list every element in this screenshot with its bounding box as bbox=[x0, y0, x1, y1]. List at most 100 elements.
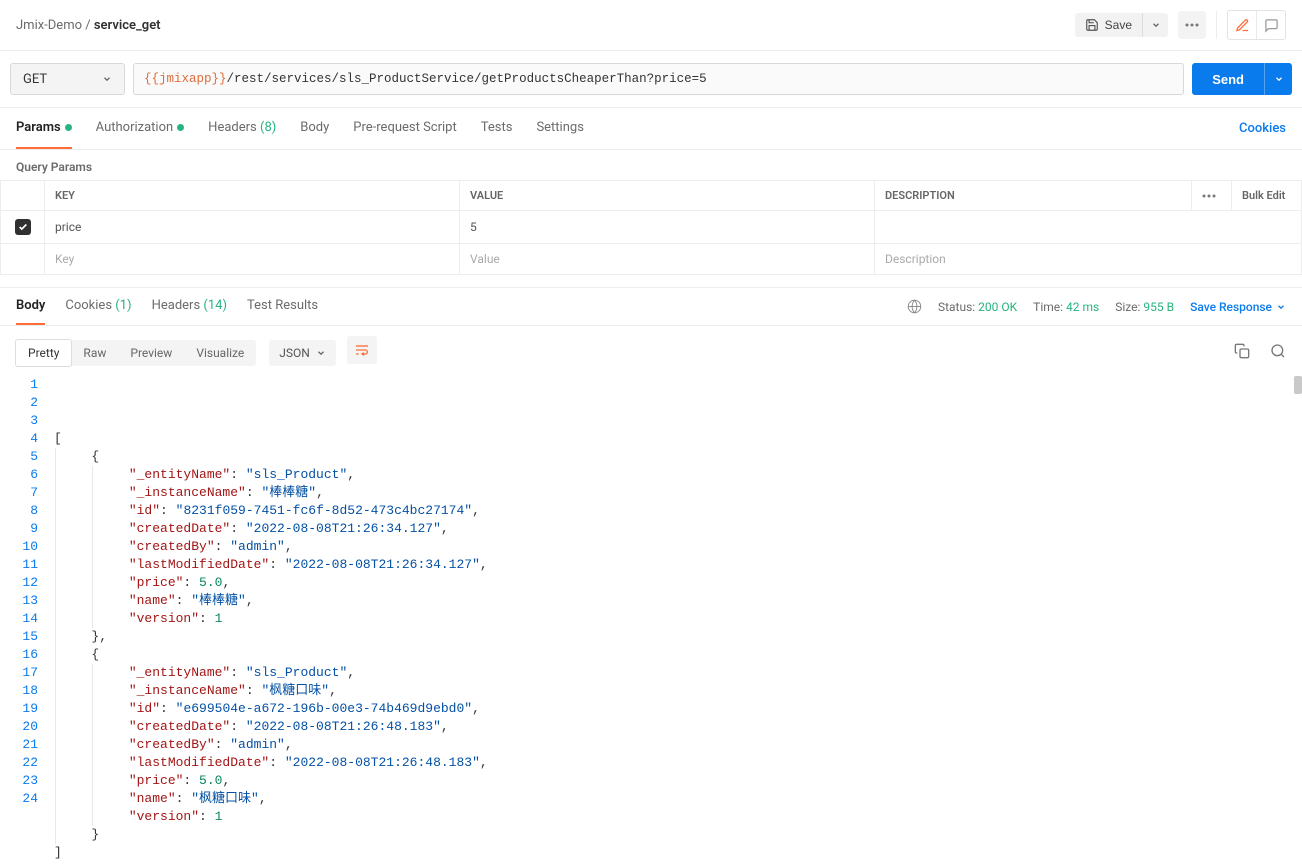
code-body: [ { "_entityName": "sls_Product", "_inst… bbox=[54, 376, 1302, 862]
table-row: price5 bbox=[1, 211, 1302, 244]
response-body-code[interactable]: 123456789101112131415161718192021222324 … bbox=[0, 376, 1302, 866]
resp-tab-cookies-label: Cookies bbox=[65, 298, 112, 313]
time-value: 42 ms bbox=[1066, 300, 1099, 314]
format-select[interactable]: JSON bbox=[269, 340, 336, 366]
url-variable: {{jmixapp}} bbox=[144, 72, 227, 86]
breadcrumb-current: service_get bbox=[94, 18, 161, 33]
resp-tab-headers-count: (14) bbox=[203, 298, 227, 313]
time-label: Time: bbox=[1033, 300, 1063, 314]
viewmode-preview[interactable]: Preview bbox=[118, 340, 184, 366]
query-params-label: Query Params bbox=[0, 150, 1302, 180]
response-header: Body Cookies (1) Headers (14) Test Resul… bbox=[0, 287, 1302, 326]
size-label: Size: bbox=[1115, 300, 1140, 314]
status-dot bbox=[177, 124, 184, 131]
save-response-label: Save Response bbox=[1190, 300, 1272, 314]
col-checkbox bbox=[1, 181, 45, 211]
request-bar: GET {{jmixapp}}/rest/services/sls_Produc… bbox=[0, 51, 1302, 108]
row-description[interactable]: Description bbox=[875, 244, 1302, 275]
tab-headers-count: (8) bbox=[260, 120, 276, 135]
col-key: KEY bbox=[45, 181, 460, 211]
status-value: 200 OK bbox=[978, 300, 1017, 314]
wrap-lines-button[interactable] bbox=[347, 336, 377, 364]
tab-params-label: Params bbox=[16, 120, 61, 135]
tab-prerequest[interactable]: Pre-request Script bbox=[353, 108, 456, 149]
search-button[interactable] bbox=[1270, 343, 1286, 359]
row-checkbox[interactable] bbox=[1, 211, 45, 244]
copy-button[interactable] bbox=[1234, 343, 1250, 359]
format-value: JSON bbox=[279, 346, 310, 360]
tab-auth-label: Authorization bbox=[96, 120, 174, 135]
tab-settings[interactable]: Settings bbox=[536, 108, 583, 149]
viewmode-raw[interactable]: Raw bbox=[71, 340, 118, 366]
query-params-table: KEY VALUE DESCRIPTION Bulk Edit price5Ke… bbox=[0, 180, 1302, 275]
tab-headers[interactable]: Headers (8) bbox=[208, 108, 276, 149]
row-value[interactable]: Value bbox=[460, 244, 875, 275]
cookies-link[interactable]: Cookies bbox=[1239, 121, 1286, 136]
row-description[interactable] bbox=[875, 211, 1302, 244]
breadcrumb-sep: / bbox=[85, 18, 90, 33]
bulk-edit-button[interactable]: Bulk Edit bbox=[1232, 181, 1302, 211]
col-description: DESCRIPTION bbox=[875, 181, 1192, 211]
view-modes: Pretty Raw Preview Visualize bbox=[16, 340, 256, 366]
viewmode-visualize[interactable]: Visualize bbox=[184, 340, 256, 366]
line-gutter: 123456789101112131415161718192021222324 bbox=[0, 376, 54, 862]
tab-headers-label: Headers bbox=[208, 120, 257, 135]
response-tabs: Body Cookies (1) Headers (14) Test Resul… bbox=[16, 288, 318, 325]
resp-tab-cookies[interactable]: Cookies (1) bbox=[65, 288, 131, 325]
row-value[interactable]: 5 bbox=[460, 211, 875, 244]
chevron-down-icon bbox=[102, 74, 112, 84]
col-value: VALUE bbox=[460, 181, 875, 211]
resp-tab-headers-label: Headers bbox=[152, 298, 201, 313]
request-tabbar: Params Authorization Headers (8) Body Pr… bbox=[0, 108, 1302, 150]
save-button-group: Save bbox=[1075, 13, 1168, 37]
status-label: Status: bbox=[938, 300, 975, 314]
row-checkbox[interactable] bbox=[1, 244, 45, 275]
table-header-row: KEY VALUE DESCRIPTION Bulk Edit bbox=[1, 181, 1302, 211]
breadcrumb: Jmix-Demo / service_get bbox=[16, 18, 161, 33]
http-method-value: GET bbox=[23, 72, 47, 87]
tab-tests[interactable]: Tests bbox=[481, 108, 513, 149]
top-actions: Save bbox=[1075, 10, 1286, 40]
edit-icon bbox=[1235, 18, 1250, 33]
send-dropdown[interactable] bbox=[1264, 63, 1292, 95]
tab-params[interactable]: Params bbox=[16, 108, 72, 149]
save-dropdown[interactable] bbox=[1142, 13, 1168, 37]
resp-tab-headers[interactable]: Headers (14) bbox=[152, 288, 227, 325]
resp-tab-body[interactable]: Body bbox=[16, 288, 45, 325]
right-pair-buttons bbox=[1227, 10, 1286, 40]
more-actions-button[interactable] bbox=[1178, 11, 1206, 39]
save-response-button[interactable]: Save Response bbox=[1190, 300, 1286, 314]
row-key[interactable]: Key bbox=[45, 244, 460, 275]
save-label: Save bbox=[1105, 18, 1132, 32]
resp-tab-tests[interactable]: Test Results bbox=[247, 288, 318, 325]
time-block: Time: 42 ms bbox=[1033, 300, 1099, 314]
resp-tab-cookies-count: (1) bbox=[115, 298, 131, 313]
tab-authorization[interactable]: Authorization bbox=[96, 108, 185, 149]
topbar: Jmix-Demo / service_get Save bbox=[0, 0, 1302, 51]
col-options[interactable] bbox=[1192, 181, 1232, 211]
comment-icon bbox=[1264, 18, 1279, 33]
globe-icon[interactable] bbox=[907, 299, 922, 314]
row-key[interactable]: price bbox=[45, 211, 460, 244]
scrollbar-indicator[interactable] bbox=[1294, 376, 1302, 394]
view-toolbar-right bbox=[1234, 343, 1286, 359]
edit-button[interactable] bbox=[1228, 11, 1256, 39]
http-method-select[interactable]: GET bbox=[10, 63, 125, 95]
viewmode-pretty[interactable]: Pretty bbox=[15, 339, 72, 367]
tab-body[interactable]: Body bbox=[300, 108, 329, 149]
send-button-group: Send bbox=[1192, 63, 1292, 95]
send-button[interactable]: Send bbox=[1192, 63, 1264, 95]
save-button[interactable]: Save bbox=[1075, 13, 1142, 37]
divider bbox=[1216, 11, 1217, 39]
size-value: 955 B bbox=[1143, 300, 1174, 314]
view-toolbar: Pretty Raw Preview Visualize JSON bbox=[0, 326, 1302, 376]
status-dot bbox=[65, 124, 72, 131]
size-block: Size: 955 B bbox=[1115, 300, 1174, 314]
save-icon bbox=[1085, 18, 1099, 32]
comment-button[interactable] bbox=[1257, 11, 1285, 39]
response-meta: Status: 200 OK Time: 42 ms Size: 955 B S… bbox=[907, 299, 1286, 314]
breadcrumb-root[interactable]: Jmix-Demo bbox=[16, 18, 82, 33]
url-path: /rest/services/sls_ProductService/getPro… bbox=[227, 72, 707, 86]
status-block: Status: 200 OK bbox=[938, 300, 1017, 314]
url-input[interactable]: {{jmixapp}}/rest/services/sls_ProductSer… bbox=[133, 63, 1184, 95]
